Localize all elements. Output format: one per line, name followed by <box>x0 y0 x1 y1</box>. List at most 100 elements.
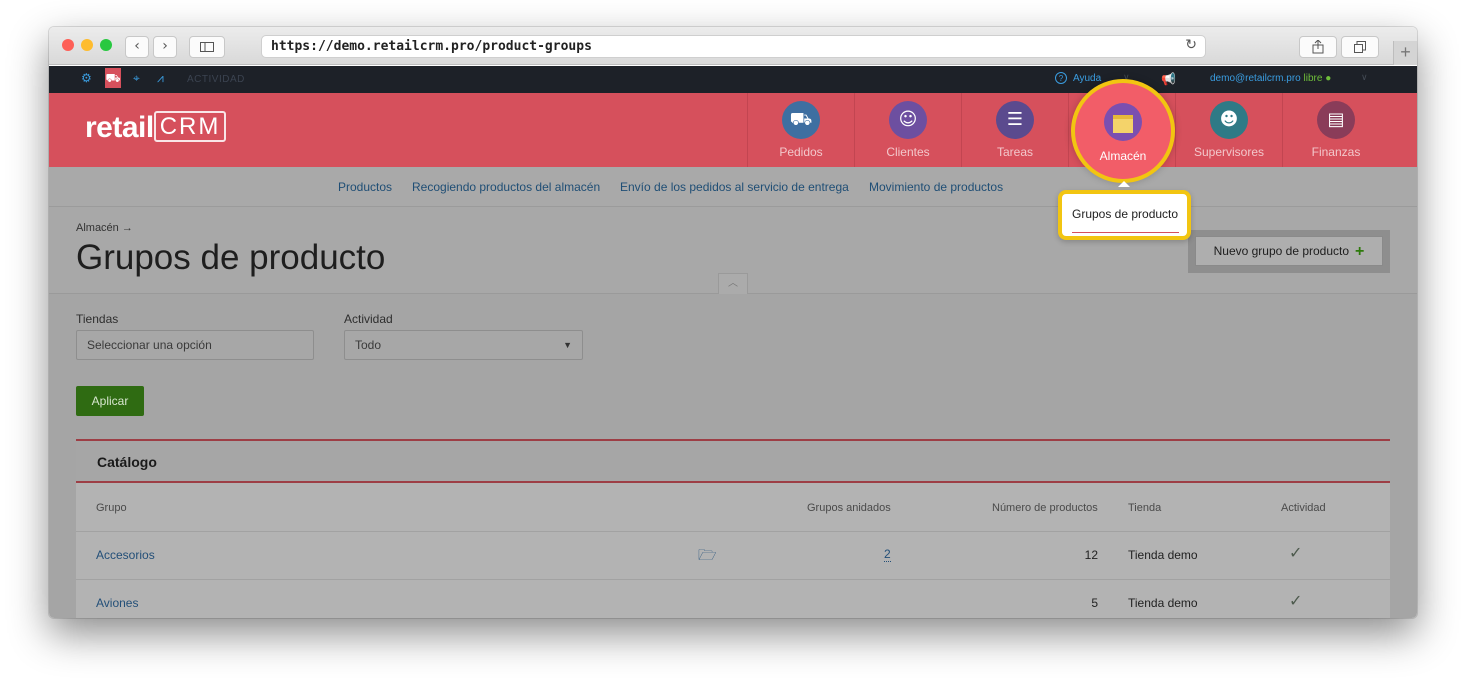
apply-button[interactable]: Aplicar <box>76 386 144 416</box>
stores-filter-input[interactable]: Seleccionar una opción <box>76 330 314 360</box>
subnav-link-envio[interactable]: Envío de los pedidos al servicio de entr… <box>620 180 849 194</box>
group-link[interactable]: Aviones <box>96 596 138 610</box>
nav-item-supervisores[interactable]: ☻ Supervisores <box>1175 93 1282 167</box>
title-area: Almacén → Grupos de producto Nuevo grupo… <box>49 207 1417 294</box>
table-row[interactable]: Aviones 5 Tienda demo ✓ <box>76 579 1390 618</box>
catalog-title: Catálogo <box>97 454 157 470</box>
almacen-label: Almacén <box>1099 149 1147 163</box>
new-group-button[interactable]: Nuevo grupo de producto + <box>1195 236 1383 266</box>
page-title: Grupos de producto <box>76 238 386 277</box>
url-text: https://demo.retailcrm.pro/product-group… <box>271 39 592 54</box>
target-icon[interactable]: ⌖ <box>133 71 140 86</box>
nav-item-clientes[interactable]: ☺ Clientes <box>854 93 961 167</box>
store-name: Tienda demo <box>1128 596 1198 610</box>
nav-label: Clientes <box>886 145 930 159</box>
stores-filter-label: Tiendas <box>76 312 119 326</box>
product-groups-callout[interactable]: Grupos de producto <box>1058 190 1191 240</box>
user-menu[interactable]: demo@retailcrm.pro libre ● <box>1210 73 1331 84</box>
status-dot-icon: ● <box>1325 73 1332 84</box>
logo-crm-text: CRM <box>153 111 227 142</box>
reload-icon[interactable]: ↻ <box>1185 37 1197 53</box>
help-link[interactable]: ? Ayuda <box>1055 72 1101 84</box>
column-header-nested[interactable]: Grupos anidados <box>807 502 891 514</box>
plus-icon: + <box>1400 42 1411 62</box>
close-window-button[interactable] <box>62 39 74 51</box>
chevron-up-icon: ︿ <box>728 278 738 289</box>
chat-icon: ☰ <box>996 101 1034 139</box>
minimize-window-button[interactable] <box>81 39 93 51</box>
product-groups-link[interactable]: Grupos de producto <box>1072 207 1178 221</box>
user-status: libre <box>1303 73 1323 84</box>
active-underline <box>1072 232 1179 233</box>
nav-label: Supervisores <box>1193 145 1265 159</box>
nav-item-pedidos[interactable]: ⛟ Pedidos <box>747 93 854 167</box>
sidebar-icon <box>200 42 214 52</box>
activity-filter-label: Actividad <box>344 312 393 326</box>
nested-groups-link[interactable]: 2 <box>884 548 891 562</box>
check-icon: ✓ <box>1289 543 1303 562</box>
retailcrm-logo[interactable]: retail CRM <box>85 111 227 145</box>
user-icon: ☺ <box>889 101 927 139</box>
cart-icon: ⛟ <box>782 101 820 139</box>
catalog-table: Grupo Grupos anidados Número de producto… <box>76 483 1390 618</box>
activity-filter-select[interactable]: Todo ▼ <box>344 330 583 360</box>
column-header-store[interactable]: Tienda <box>1128 502 1161 514</box>
new-tab-button[interactable]: + <box>1393 41 1417 65</box>
subnav-link-productos[interactable]: Productos <box>338 180 392 194</box>
tabs-icon <box>1354 41 1366 53</box>
product-count: 5 <box>1091 596 1098 610</box>
sidebar-button[interactable] <box>189 36 225 58</box>
nav-label: Finanzas <box>1311 145 1361 159</box>
settings-icon[interactable]: ⚙ <box>81 71 92 85</box>
chevron-left-icon: ‹ <box>134 38 140 54</box>
box-icon <box>1104 103 1142 141</box>
table-row[interactable]: Accesorios 🗁 2 12 Tienda demo ✓ <box>76 531 1390 579</box>
dropdown-pointer <box>1118 181 1130 187</box>
ledger-icon: ▤ <box>1317 101 1355 139</box>
activity-value: Todo <box>355 338 382 352</box>
new-group-label: Nuevo grupo de producto <box>1213 244 1350 258</box>
nav-label: Tareas <box>996 145 1034 159</box>
nav-item-finanzas[interactable]: ▤ Finanzas <box>1282 93 1389 167</box>
manager-icon: ☻ <box>1210 101 1248 139</box>
nav-item-tareas[interactable]: ☰ Tareas <box>961 93 1068 167</box>
tabs-button[interactable] <box>1341 36 1379 58</box>
column-header-activity[interactable]: Actividad <box>1281 502 1326 514</box>
breadcrumb[interactable]: Almacén → <box>76 222 133 234</box>
almacen-spotlight[interactable]: Almacén <box>1071 79 1175 183</box>
stores-placeholder: Seleccionar una opción <box>87 338 212 352</box>
caret-down-icon: ▼ <box>563 340 572 350</box>
subnav-link-recogiendo[interactable]: Recogiendo productos del almacén <box>412 180 600 194</box>
folder-open-icon[interactable]: 🗁 <box>698 545 717 570</box>
column-header-group[interactable]: Grupo <box>96 502 127 514</box>
nav-label: Pedidos <box>779 145 823 159</box>
megaphone-icon[interactable]: 📢 <box>1161 72 1176 86</box>
check-icon: ✓ <box>1289 591 1303 610</box>
cart-icon[interactable]: ⛟ <box>105 68 121 88</box>
subnav: Productos Recogiendo productos del almac… <box>49 167 1417 207</box>
chevron-right-icon: › <box>162 38 168 54</box>
forward-button[interactable]: › <box>153 36 177 58</box>
help-icon: ? <box>1055 72 1067 84</box>
store-name: Tienda demo <box>1128 548 1198 562</box>
share-icon <box>1312 39 1324 54</box>
page-content: Almacén → Grupos de producto Nuevo grupo… <box>49 207 1417 618</box>
collapse-toggle[interactable]: ︿ <box>718 273 748 294</box>
crm-topbar: ⚙ ⛟ ⌖ ⩘ ACTIVIDAD ? Ayuda ∨ 📢 demo@retail… <box>49 66 1417 93</box>
logo-retail-text: retail <box>85 111 154 144</box>
chart-icon[interactable]: ⩘ <box>157 71 164 86</box>
column-header-count[interactable]: Número de productos <box>992 502 1098 514</box>
activity-link[interactable]: ACTIVIDAD <box>187 74 245 85</box>
browser-toolbar: ‹ › https://demo.retailcrm.pro/product-g… <box>49 27 1417 65</box>
subnav-link-movimiento[interactable]: Movimiento de productos <box>869 180 1003 194</box>
user-menu-chevron-icon[interactable]: ∨ <box>1361 73 1368 83</box>
maximize-window-button[interactable] <box>100 39 112 51</box>
new-group-button-wrap: Nuevo grupo de producto + <box>1188 230 1390 273</box>
help-label: Ayuda <box>1073 73 1102 84</box>
catalog-header: Catálogo <box>76 439 1390 483</box>
address-bar[interactable]: https://demo.retailcrm.pro/product-group… <box>261 35 1206 58</box>
back-button[interactable]: ‹ <box>125 36 149 58</box>
browser-window: ‹ › https://demo.retailcrm.pro/product-g… <box>49 27 1417 618</box>
share-button[interactable] <box>1299 36 1337 58</box>
group-link[interactable]: Accesorios <box>96 548 155 562</box>
